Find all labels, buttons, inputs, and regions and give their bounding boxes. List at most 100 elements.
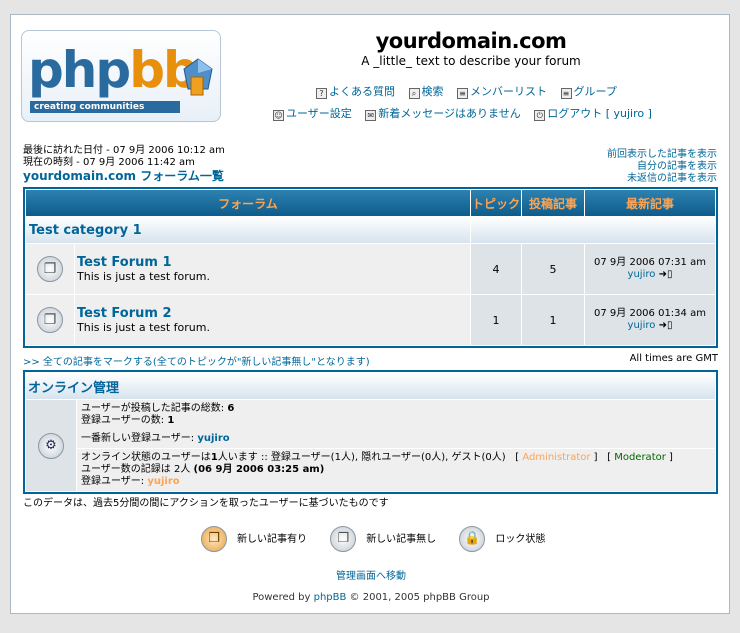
total-users-label: 登録ユーザーの数: [81,415,168,426]
logo-tagline: creating communities [30,101,180,113]
goto-post-icon[interactable]: ➜▯ [659,269,673,280]
total-posts-value: 6 [227,403,235,414]
online-count-prefix: オンライン状態のユーザーは [81,452,211,463]
logout-icon: ⏻ [534,110,546,121]
newest-user-link[interactable]: yujiro [197,433,229,444]
logo-text: phpbb [28,45,199,95]
category-row: Test category 1 [26,217,715,243]
last-post-user-link[interactable]: yujiro [628,320,656,331]
forum-icon-cell: ❐ [26,244,74,294]
whosonline-icon: ⚙ [38,432,64,459]
icon-legend: ❐ 新しい記事有り ❐ 新しい記事無し 🔒 ロック状態 [201,526,565,552]
last-post-user-link[interactable]: yujiro [628,269,656,280]
online-icon-cell: ⚙ [26,400,76,491]
below-table-bar: >> 全ての記事をマークする(全てのトピックが"新しい記事無し"となります) A… [23,353,718,368]
data-note: このデータは、過去5分間の間にアクションを取ったユーザーに基づいたものです [23,498,389,509]
group-icon: ≡ [560,88,572,99]
legend-new-posts-label: 新しい記事有り [237,534,307,545]
legend-separator: ] [ [593,452,612,463]
site-title: yourdomain.com [375,29,567,53]
search-shortcuts: 前回表示した記事を表示 自分の記事を表示 未返信の記事を表示 [607,149,717,185]
nav-groups[interactable]: ≡ グループ [560,83,617,99]
nav-logout[interactable]: ⏻ ログアウト [ yujiro ] [534,105,652,121]
forum-folder-icon: ❐ [37,307,63,333]
col-posts: 投稿記事 [522,190,584,216]
nav-messages-label: 新着メッセージはありません [378,107,521,120]
legend-no-new-posts-label: 新しい記事無し [366,534,437,545]
registered-online-label: 登録ユーザー: [81,476,148,487]
mark-all-read-link[interactable]: >> 全ての記事をマークする(全てのトピックが"新しい記事無し"となります) [23,357,370,368]
last-visit: 最後に訪れた日付 - 07 9月 2006 10:12 am [23,145,225,156]
nav-groups-label: グループ [573,85,617,98]
logo-php: php [28,41,131,99]
profile-icon: ☺ [273,110,284,121]
nav-search[interactable]: ⌕ 検索 [408,83,444,99]
no-new-posts-icon: ❐ [330,526,357,552]
forum-icon-cell: ❐ [26,295,74,345]
legend-locked-label: ロック状態 [495,534,546,545]
record-users-line: ユーザー数の記録は 2人 (06 9月 2006 03:25 am) [81,464,711,476]
admin-panel-link[interactable]: 管理画面へ移動 [11,567,731,582]
nav-faq-label: よくある質問 [329,85,395,98]
view-your-posts-link[interactable]: 自分の記事を表示 [607,161,717,173]
nav-profile[interactable]: ☺ ユーザー設定 [273,105,352,121]
page-container: phpbb creating communities yourdomain.co… [10,14,730,614]
question-icon: ? [316,88,327,99]
col-topics: トピック [471,190,521,216]
legend-locked: 🔒 ロック状態 [459,526,545,552]
footer-copyright: © 2001, 2005 phpBB Group [346,592,490,603]
forum-last-post: 07 9月 2006 07:31 am yujiro ➜▯ [585,244,715,294]
nav-messages[interactable]: ✉ 新着メッセージはありません [365,105,521,121]
nav-memberlist-label: メンバーリスト [470,85,547,98]
total-posts: ユーザーが投稿した記事の総数: 6 [81,403,711,415]
visit-info: 最後に訪れた日付 - 07 9月 2006 10:12 am 現在の時刻 - 0… [23,145,225,182]
timezone-note: All times are GMT [629,353,718,364]
forum-name-link[interactable]: Test Forum 2 [77,306,469,321]
online-table: オンライン管理 ⚙ ユーザーが投稿した記事の総数: 6 登録ユーザーの数: 1 … [23,370,718,494]
nav-memberlist[interactable]: ≡ メンバーリスト [457,83,547,99]
logo-gem-icon [183,58,213,96]
record-users-date: (06 9月 2006 03:25 am) [193,464,325,475]
forum-name-link[interactable]: Test Forum 1 [77,255,469,270]
forum-topics: 1 [471,295,521,345]
legend-no-new-posts: ❐ 新しい記事無し [330,526,436,552]
registered-online-line: 登録ユーザー: yujiro [81,476,711,488]
nav-row-2: ☺ ユーザー設定 ✉ 新着メッセージはありません ⏻ ログアウト [ yujiro ] [273,105,662,121]
category-title[interactable]: Test category 1 [27,223,142,238]
col-last-post: 最新記事 [585,190,715,216]
online-count-line: オンライン状態のユーザーは1人います :: 登録ユーザー(1人), 隠れユーザー… [81,452,711,464]
status-row: オンライン状態のユーザーは1人います :: 登録ユーザー(1人), 隠れユーザー… [26,449,715,491]
col-forum: フォーラム [26,190,470,216]
forum-posts: 1 [522,295,584,345]
forum-last-post: 07 9月 2006 01:34 am yujiro ➜▯ [585,295,715,345]
legend-new-posts: ❐ 新しい記事有り [201,526,307,552]
forum-table-header: フォーラム トピック 投稿記事 最新記事 [26,190,715,216]
newest-user-label: 一番新しい登録ユーザー: [81,433,198,444]
view-unanswered-link[interactable]: 未返信の記事を表示 [607,173,717,185]
current-time: 現在の時刻 - 07 9月 2006 11:42 am [23,157,195,168]
goto-post-icon[interactable]: ➜▯ [659,320,673,331]
memberlist-icon: ≡ [457,88,468,99]
nav-profile-label: ユーザー設定 [286,107,352,120]
legend-end: ] [669,452,673,463]
view-new-posts-link[interactable]: 前回表示した記事を表示 [607,149,717,161]
site-description: A _little_ text to describe your forum [361,54,581,68]
forum-index-link[interactable]: yourdomain.com フォーラム一覧 [23,170,225,182]
forum-desc: This is just a test forum. [77,270,210,283]
phpbb-link[interactable]: phpBB [314,592,347,603]
total-users: 登録ユーザーの数: 1 [81,415,711,427]
forum-posts: 5 [522,244,584,294]
forum-info-cell: Test Forum 1 This is just a test forum. [75,244,470,294]
stats-cell: ユーザーが投稿した記事の総数: 6 登録ユーザーの数: 1 一番新しい登録ユーザ… [77,400,715,448]
nav-faq[interactable]: ? よくある質問 [316,83,395,99]
forum-info-cell: Test Forum 2 This is just a test forum. [75,295,470,345]
stats-row: ⚙ ユーザーが投稿した記事の総数: 6 登録ユーザーの数: 1 一番新しい登録ユ… [26,400,715,491]
phpbb-logo[interactable]: phpbb creating communities [21,30,221,122]
record-users-label: ユーザー数の記録は 2人 [81,464,194,475]
nav-row-1: ? よくある質問 ⌕ 検索 ≡ メンバーリスト ≡ グループ [316,83,627,99]
status-cell: オンライン状態のユーザーは1人います :: 登録ユーザー(1人), 隠れユーザー… [77,449,715,491]
new-posts-icon: ❐ [201,526,227,552]
online-title[interactable]: オンライン管理 [26,373,715,399]
message-icon: ✉ [365,110,377,121]
registered-online-user-link[interactable]: yujiro [147,476,179,487]
